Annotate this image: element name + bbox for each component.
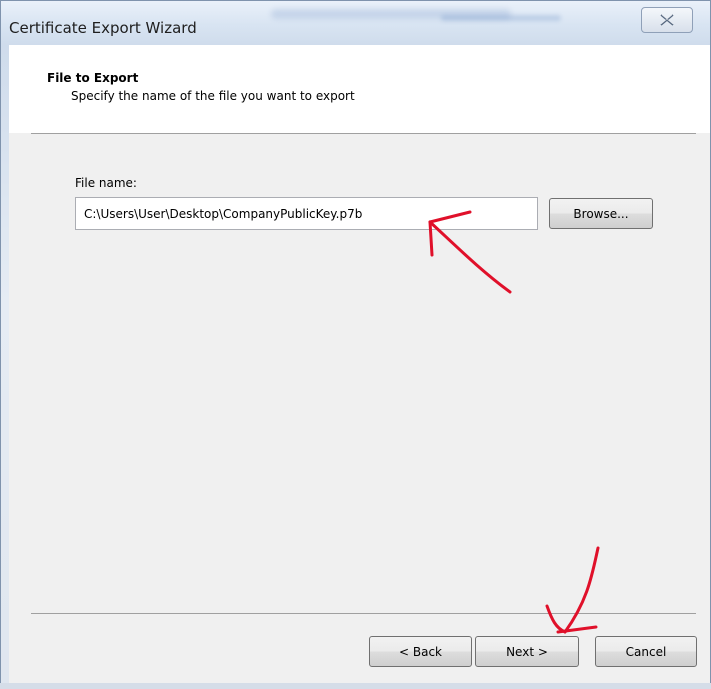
file-name-label: File name: — [75, 176, 137, 190]
footer-divider — [31, 613, 696, 614]
window-title: Certificate Export Wizard — [9, 19, 197, 37]
window-left-border — [1, 45, 9, 688]
header-divider — [31, 133, 696, 134]
cancel-button[interactable]: Cancel — [595, 636, 697, 667]
page-title: File to Export — [47, 71, 139, 85]
next-button[interactable]: Next > — [475, 636, 579, 667]
window-bottom-border — [0, 683, 711, 689]
page-subtitle: Specify the name of the file you want to… — [71, 89, 355, 103]
close-button[interactable] — [641, 7, 693, 33]
close-icon — [660, 14, 674, 26]
certificate-export-wizard-window: Certificate Export Wizard File to Export… — [0, 0, 711, 689]
browse-button[interactable]: Browse... — [549, 198, 653, 229]
wizard-header: File to Export Specify the name of the f… — [9, 45, 710, 133]
title-bar-glow — [441, 15, 561, 21]
file-name-field[interactable] — [75, 197, 538, 230]
back-button[interactable]: < Back — [369, 636, 472, 667]
title-bar[interactable]: Certificate Export Wizard — [1, 1, 710, 45]
